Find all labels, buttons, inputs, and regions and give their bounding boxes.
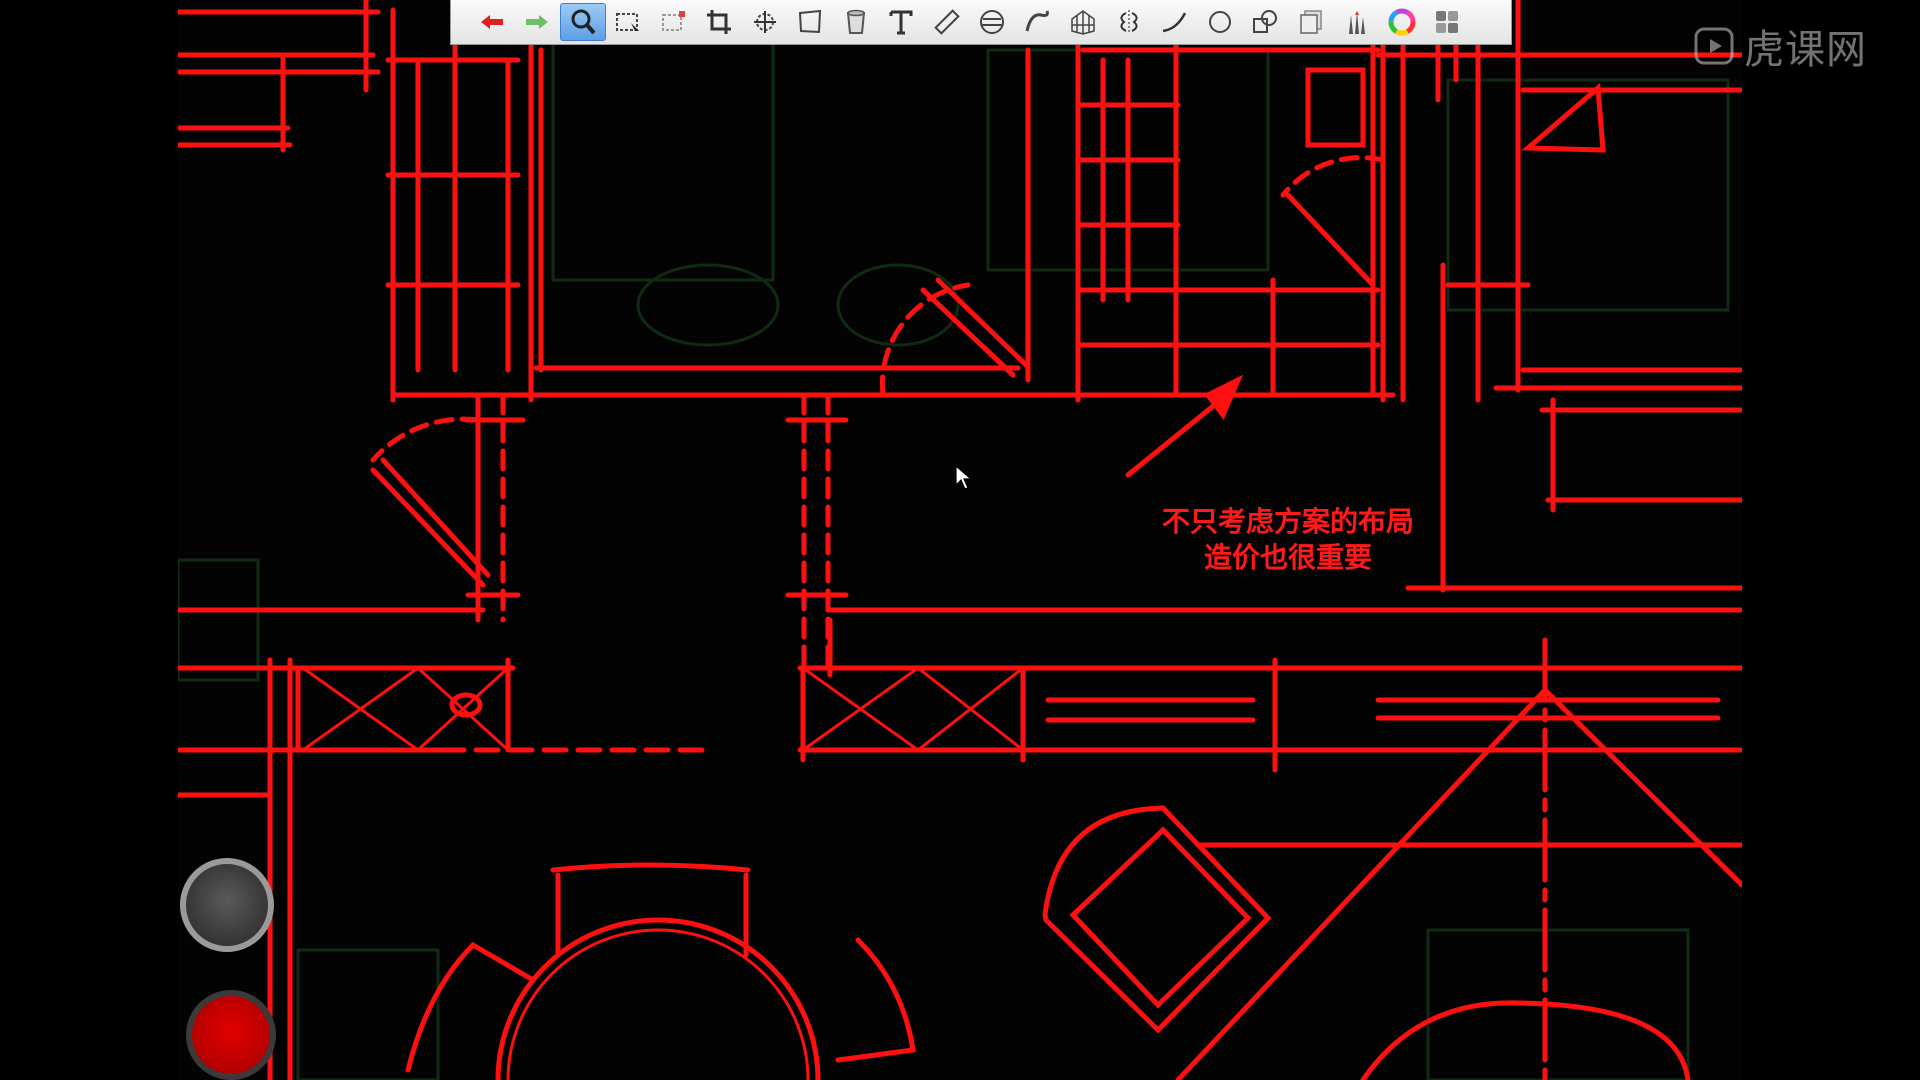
redo-icon [526,15,549,29]
curve-button[interactable] [1152,3,1198,41]
fill-select-icon [661,11,685,31]
magnify-icon [571,9,596,35]
watermark: 虎课网 [1692,22,1867,73]
floating-red-button[interactable] [186,990,276,1080]
watermark-text: 虎课网 [1744,27,1867,73]
color-wheel-icon [1388,8,1416,36]
french-curve-button[interactable] [1015,3,1061,41]
transform-button[interactable] [742,3,788,41]
distort-icon [799,9,822,34]
fill-select-button[interactable] [651,3,697,41]
french-curve-icon [1025,10,1049,32]
symmetry-icon [1120,10,1138,34]
annotation-line-2: 造价也很重要 [1203,541,1372,574]
red-markup [178,0,1742,1080]
mouse-cursor-icon [955,465,973,490]
layers-button[interactable] [1288,3,1334,41]
top-toolbar [450,0,1512,45]
undo-icon [480,15,503,29]
transform-icon [753,11,776,33]
text-button[interactable] [879,3,925,41]
crop-icon [707,10,732,34]
floating-gray-button[interactable] [180,858,274,952]
annotation-line-1: 不只考虑方案的布局 [1161,505,1414,538]
curve-icon [1163,12,1187,33]
perspective-grid-button[interactable] [1061,3,1107,41]
bucket-icon [846,9,865,34]
text-icon [889,10,913,35]
ruler-icon [934,9,960,35]
rect-select-icon [616,13,640,31]
brushes-icon [1349,11,1366,34]
ellipse-guide-button[interactable] [970,3,1016,41]
watermark-logo-icon [1694,27,1734,65]
undo-button[interactable] [469,3,515,41]
magnify-tool-button[interactable] [560,3,606,41]
circle-icon [1208,11,1231,33]
crop-button[interactable] [697,3,743,41]
layers-icon [1300,10,1322,34]
underlay-plan [178,28,1730,1080]
shapes-button[interactable] [1243,3,1289,41]
distort-button[interactable] [788,3,834,41]
ellipse-guide-icon [980,10,1005,34]
menu-grid-icon [1436,11,1459,33]
drawing-canvas[interactable]: 不只考虑方案的布局 造价也很重要 [178,0,1742,1080]
symmetry-button[interactable] [1106,3,1152,41]
bucket-button[interactable] [833,3,879,41]
annotation-text: 不只考虑方案的布局 造价也很重要 [1118,504,1458,576]
ruler-button[interactable] [924,3,970,41]
floor-plan-drawing [178,0,1742,1080]
brushes-button[interactable] [1334,3,1380,41]
perspective-grid-icon [1071,10,1095,35]
rect-select-button[interactable] [606,3,652,41]
color-wheel-button[interactable] [1379,3,1425,41]
menu-grid-button[interactable] [1425,3,1471,41]
shapes-icon [1253,10,1278,33]
redo-button[interactable] [515,3,561,41]
circle-button[interactable] [1197,3,1243,41]
